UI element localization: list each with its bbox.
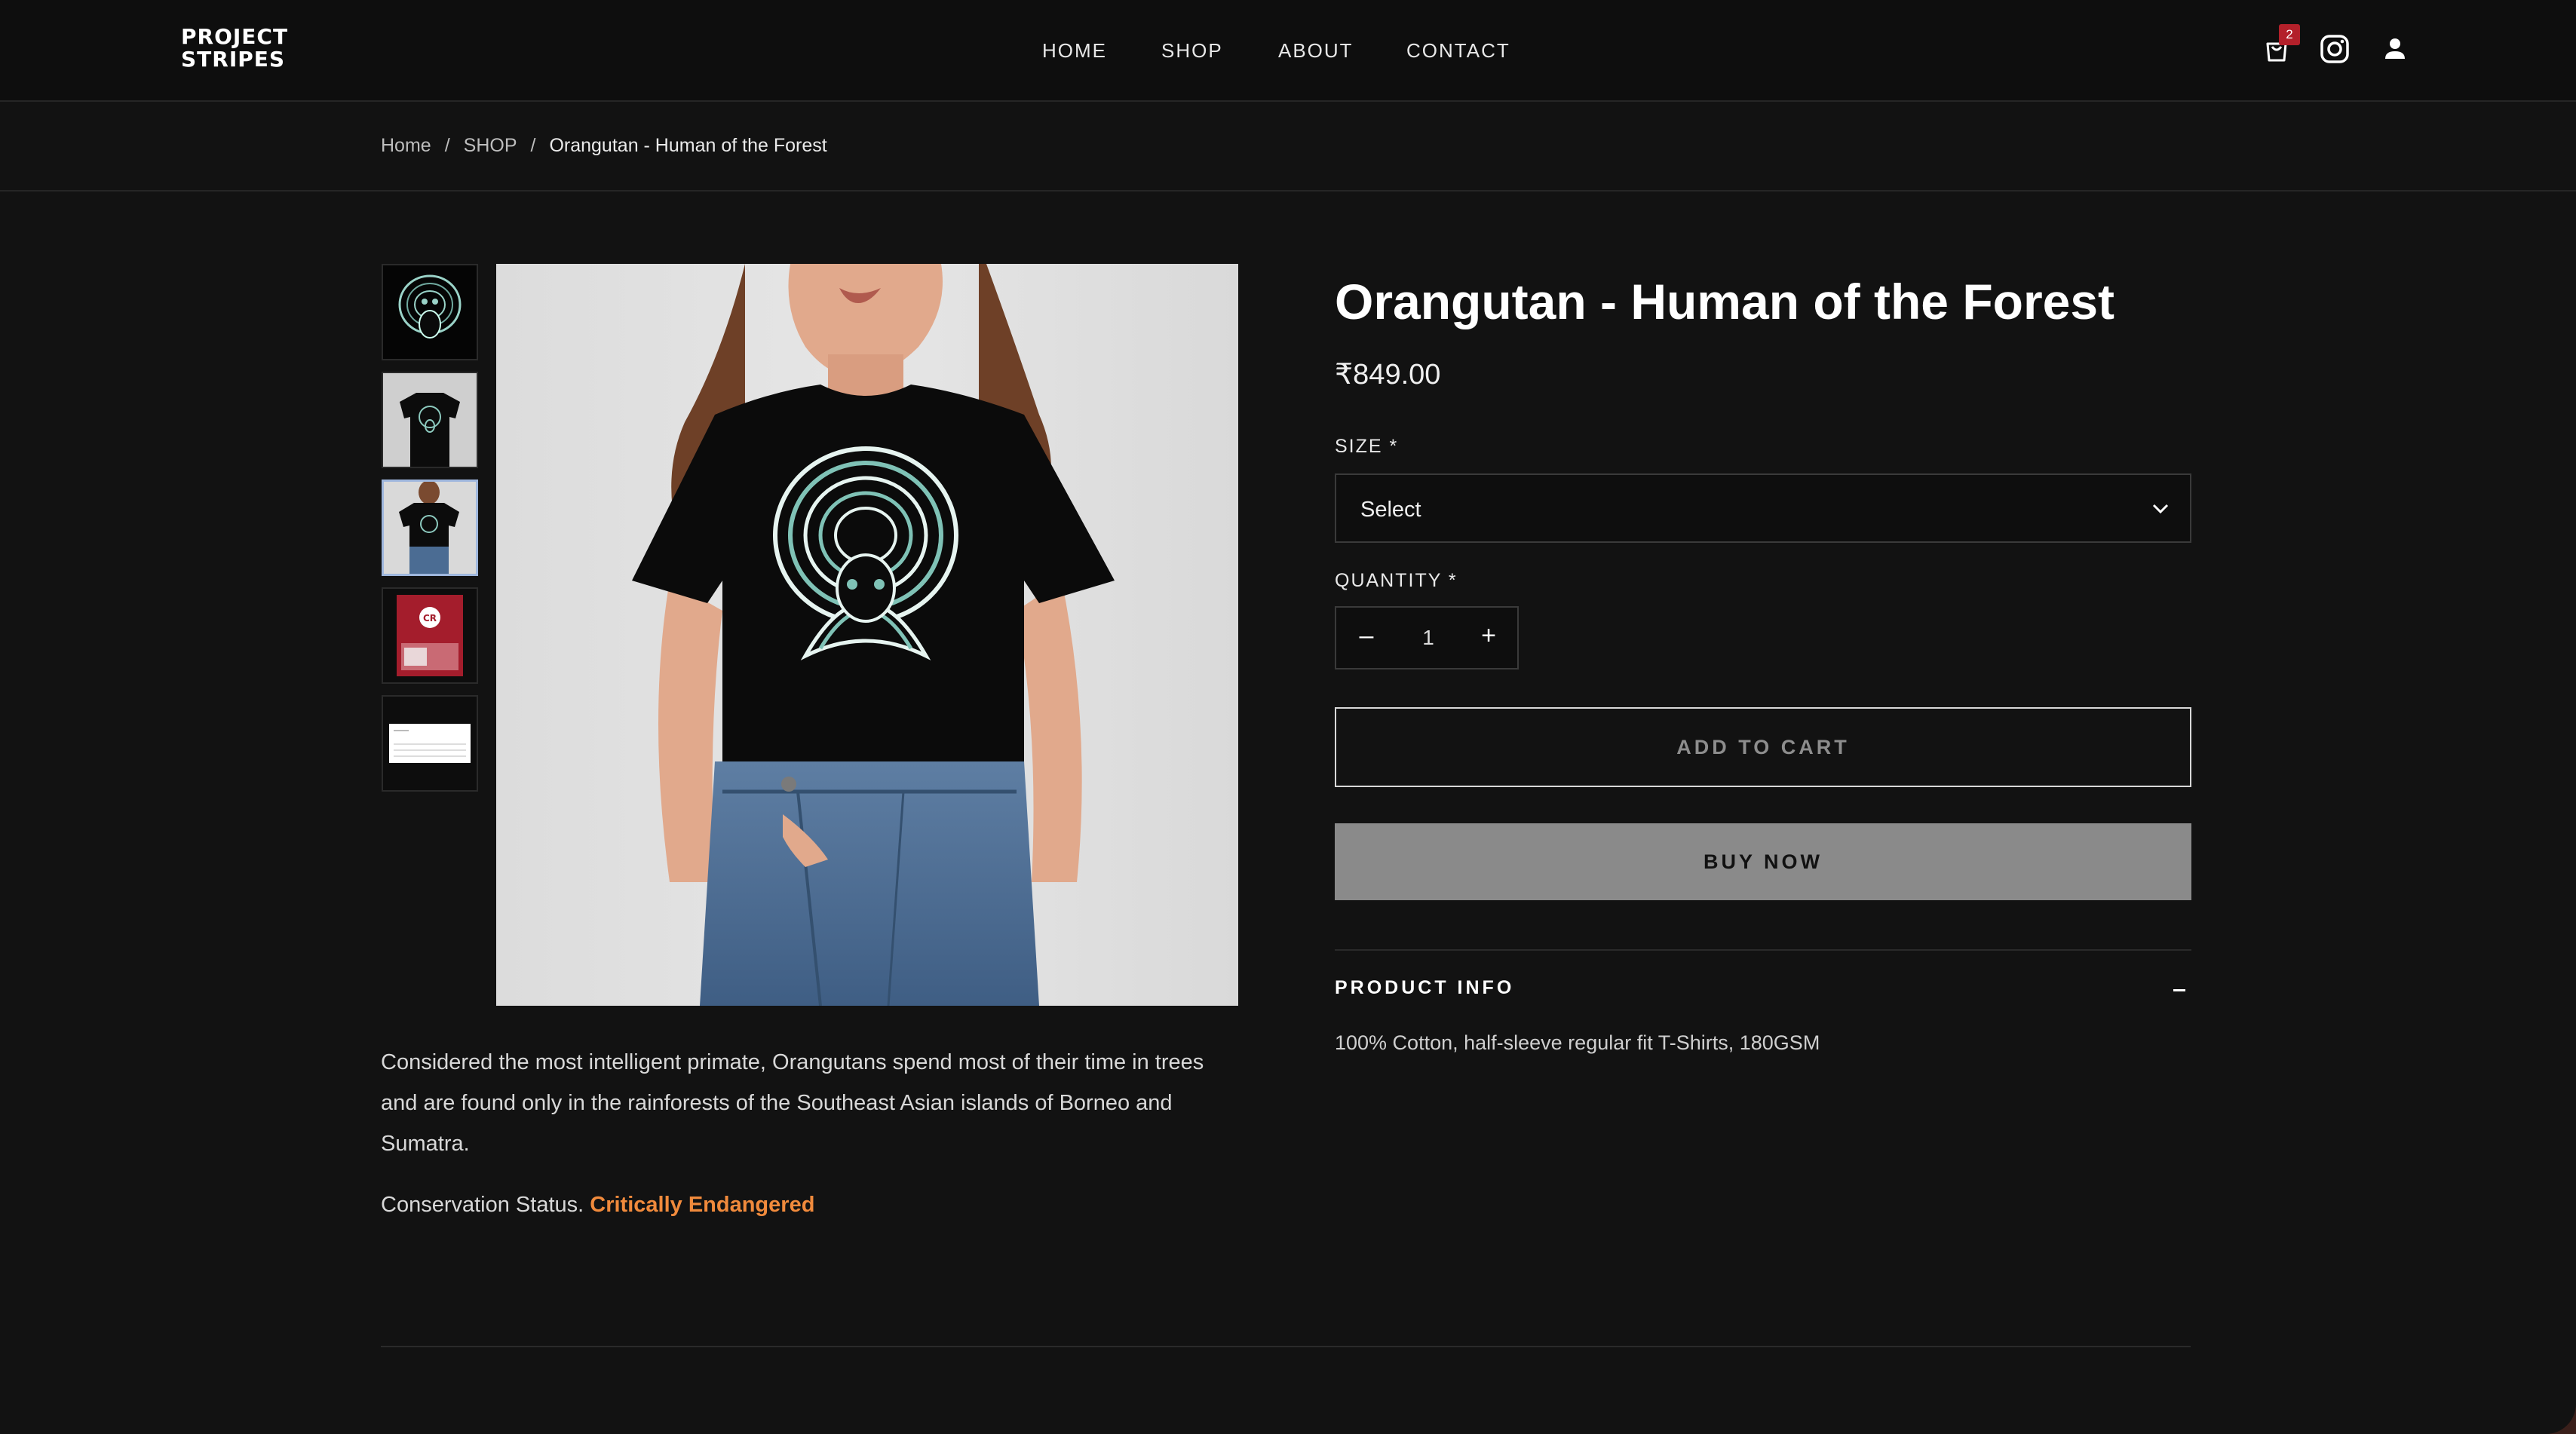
quantity-increase-button[interactable]: + bbox=[1474, 621, 1504, 651]
cart-count-badge: 2 bbox=[2279, 24, 2300, 45]
quantity-decrease-button[interactable]: – bbox=[1351, 621, 1382, 651]
collapse-icon[interactable] bbox=[2172, 980, 2187, 998]
product-main-image[interactable] bbox=[496, 264, 1238, 1006]
main-nav: HOME SHOP ABOUT CONTACT bbox=[0, 39, 2576, 63]
conservation-status-label: Conservation Status. bbox=[381, 1193, 584, 1217]
gallery-thumbnail[interactable] bbox=[382, 264, 478, 360]
quantity-stepper: – 1 + bbox=[1335, 606, 1519, 670]
divider bbox=[1335, 949, 2191, 951]
add-to-cart-button[interactable]: ADD TO CART bbox=[1335, 707, 2191, 787]
conservation-status-value: Critically Endangered bbox=[590, 1193, 815, 1217]
product-title: Orangutan - Human of the Forest bbox=[1335, 274, 2115, 329]
quantity-value[interactable]: 1 bbox=[1413, 626, 1443, 650]
breadcrumb-home[interactable]: Home bbox=[381, 135, 431, 157]
gallery-thumbnail[interactable] bbox=[382, 695, 478, 792]
chevron-down-icon bbox=[2152, 504, 2169, 514]
product-info-text: 100% Cotton, half-sleeve regular fit T-S… bbox=[1335, 1031, 1820, 1054]
conservation-status: Conservation Status. Critically Endanger… bbox=[381, 1193, 814, 1218]
breadcrumb-current: Orangutan - Human of the Forest bbox=[549, 134, 827, 156]
user-icon[interactable] bbox=[2379, 33, 2411, 65]
nav-home[interactable]: HOME bbox=[1042, 39, 1107, 63]
product-price: ₹849.00 bbox=[1335, 359, 1441, 391]
product-info-heading[interactable]: PRODUCT INFO bbox=[1335, 977, 1514, 999]
breadcrumb-shop[interactable]: SHOP bbox=[464, 135, 517, 157]
divider bbox=[0, 190, 2576, 192]
breadcrumb: Home / SHOP / Orangutan - Human of the F… bbox=[381, 134, 827, 157]
svg-text:CR: CR bbox=[423, 613, 437, 624]
gallery-thumbnail[interactable]: CR bbox=[382, 587, 478, 684]
instagram-icon[interactable] bbox=[2319, 33, 2351, 65]
site-header: PROJECT STRIPES HOME SHOP ABOUT CONTACT … bbox=[0, 0, 2576, 102]
product-description: Considered the most intelligent primate,… bbox=[381, 1050, 1204, 1156]
size-label: SIZE * bbox=[1335, 436, 1399, 457]
gallery-thumbnail-active[interactable] bbox=[382, 480, 478, 576]
buy-now-button[interactable]: BUY NOW bbox=[1335, 823, 2191, 900]
size-select-value: Select bbox=[1360, 498, 1421, 522]
nav-contact[interactable]: CONTACT bbox=[1406, 39, 1510, 63]
size-select[interactable]: Select bbox=[1335, 473, 2191, 543]
page: PROJECT STRIPES HOME SHOP ABOUT CONTACT … bbox=[0, 0, 2576, 1434]
gallery-thumbnail[interactable] bbox=[382, 372, 478, 468]
breadcrumb-separator: / bbox=[444, 134, 450, 156]
breadcrumb-separator: / bbox=[530, 134, 536, 156]
quantity-label: QUANTITY * bbox=[1335, 570, 1458, 591]
nav-shop[interactable]: SHOP bbox=[1161, 39, 1223, 63]
nav-about[interactable]: ABOUT bbox=[1278, 39, 1354, 63]
divider bbox=[381, 1346, 2191, 1347]
